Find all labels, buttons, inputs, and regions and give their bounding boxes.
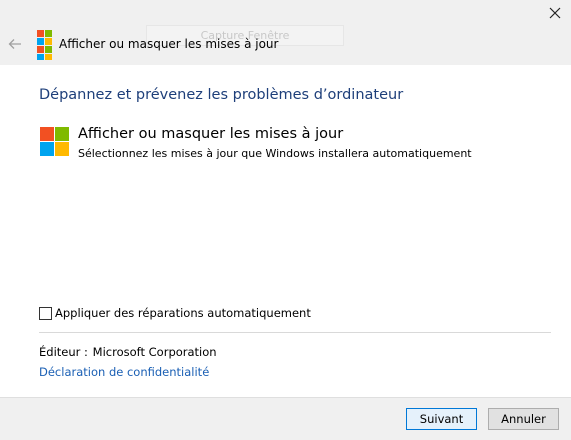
tool-description: Sélectionnez les mises à jour que Window…	[78, 147, 472, 160]
troubleshooter-window: Capture Fenêtre Afficher ou masquer les …	[0, 0, 571, 440]
footer-bar: Suivant Annuler	[0, 397, 571, 440]
tool-title: Afficher ou masquer les mises à jour	[78, 126, 344, 142]
auto-repair-label[interactable]: Appliquer des réparations automatiquemen…	[55, 306, 311, 320]
next-button[interactable]: Suivant	[406, 408, 477, 430]
content-area: Dépannez et prévenez les problèmes d’ord…	[0, 65, 571, 397]
windows-logo-large-icon	[40, 127, 70, 161]
title-bar: Capture Fenêtre Afficher ou masquer les …	[0, 0, 571, 65]
close-button[interactable]	[540, 0, 570, 26]
cancel-button[interactable]: Annuler	[488, 408, 559, 430]
publisher-info: Éditeur : Microsoft Corporation	[39, 345, 217, 359]
page-heading: Dépannez et prévenez les problèmes d’ord…	[39, 87, 404, 103]
privacy-statement-link[interactable]: Déclaration de confidentialité	[39, 365, 209, 379]
divider	[39, 332, 551, 333]
back-arrow-icon[interactable]	[8, 36, 22, 50]
windows-logo-icon	[37, 30, 53, 64]
auto-repair-option[interactable]: Appliquer des réparations automatiquemen…	[39, 306, 311, 320]
window-title: Afficher ou masquer les mises à jour	[59, 37, 279, 51]
close-icon	[549, 7, 561, 19]
publisher-value: Microsoft Corporation	[92, 345, 217, 359]
auto-repair-checkbox[interactable]	[39, 306, 52, 320]
publisher-label: Éditeur :	[39, 345, 88, 359]
